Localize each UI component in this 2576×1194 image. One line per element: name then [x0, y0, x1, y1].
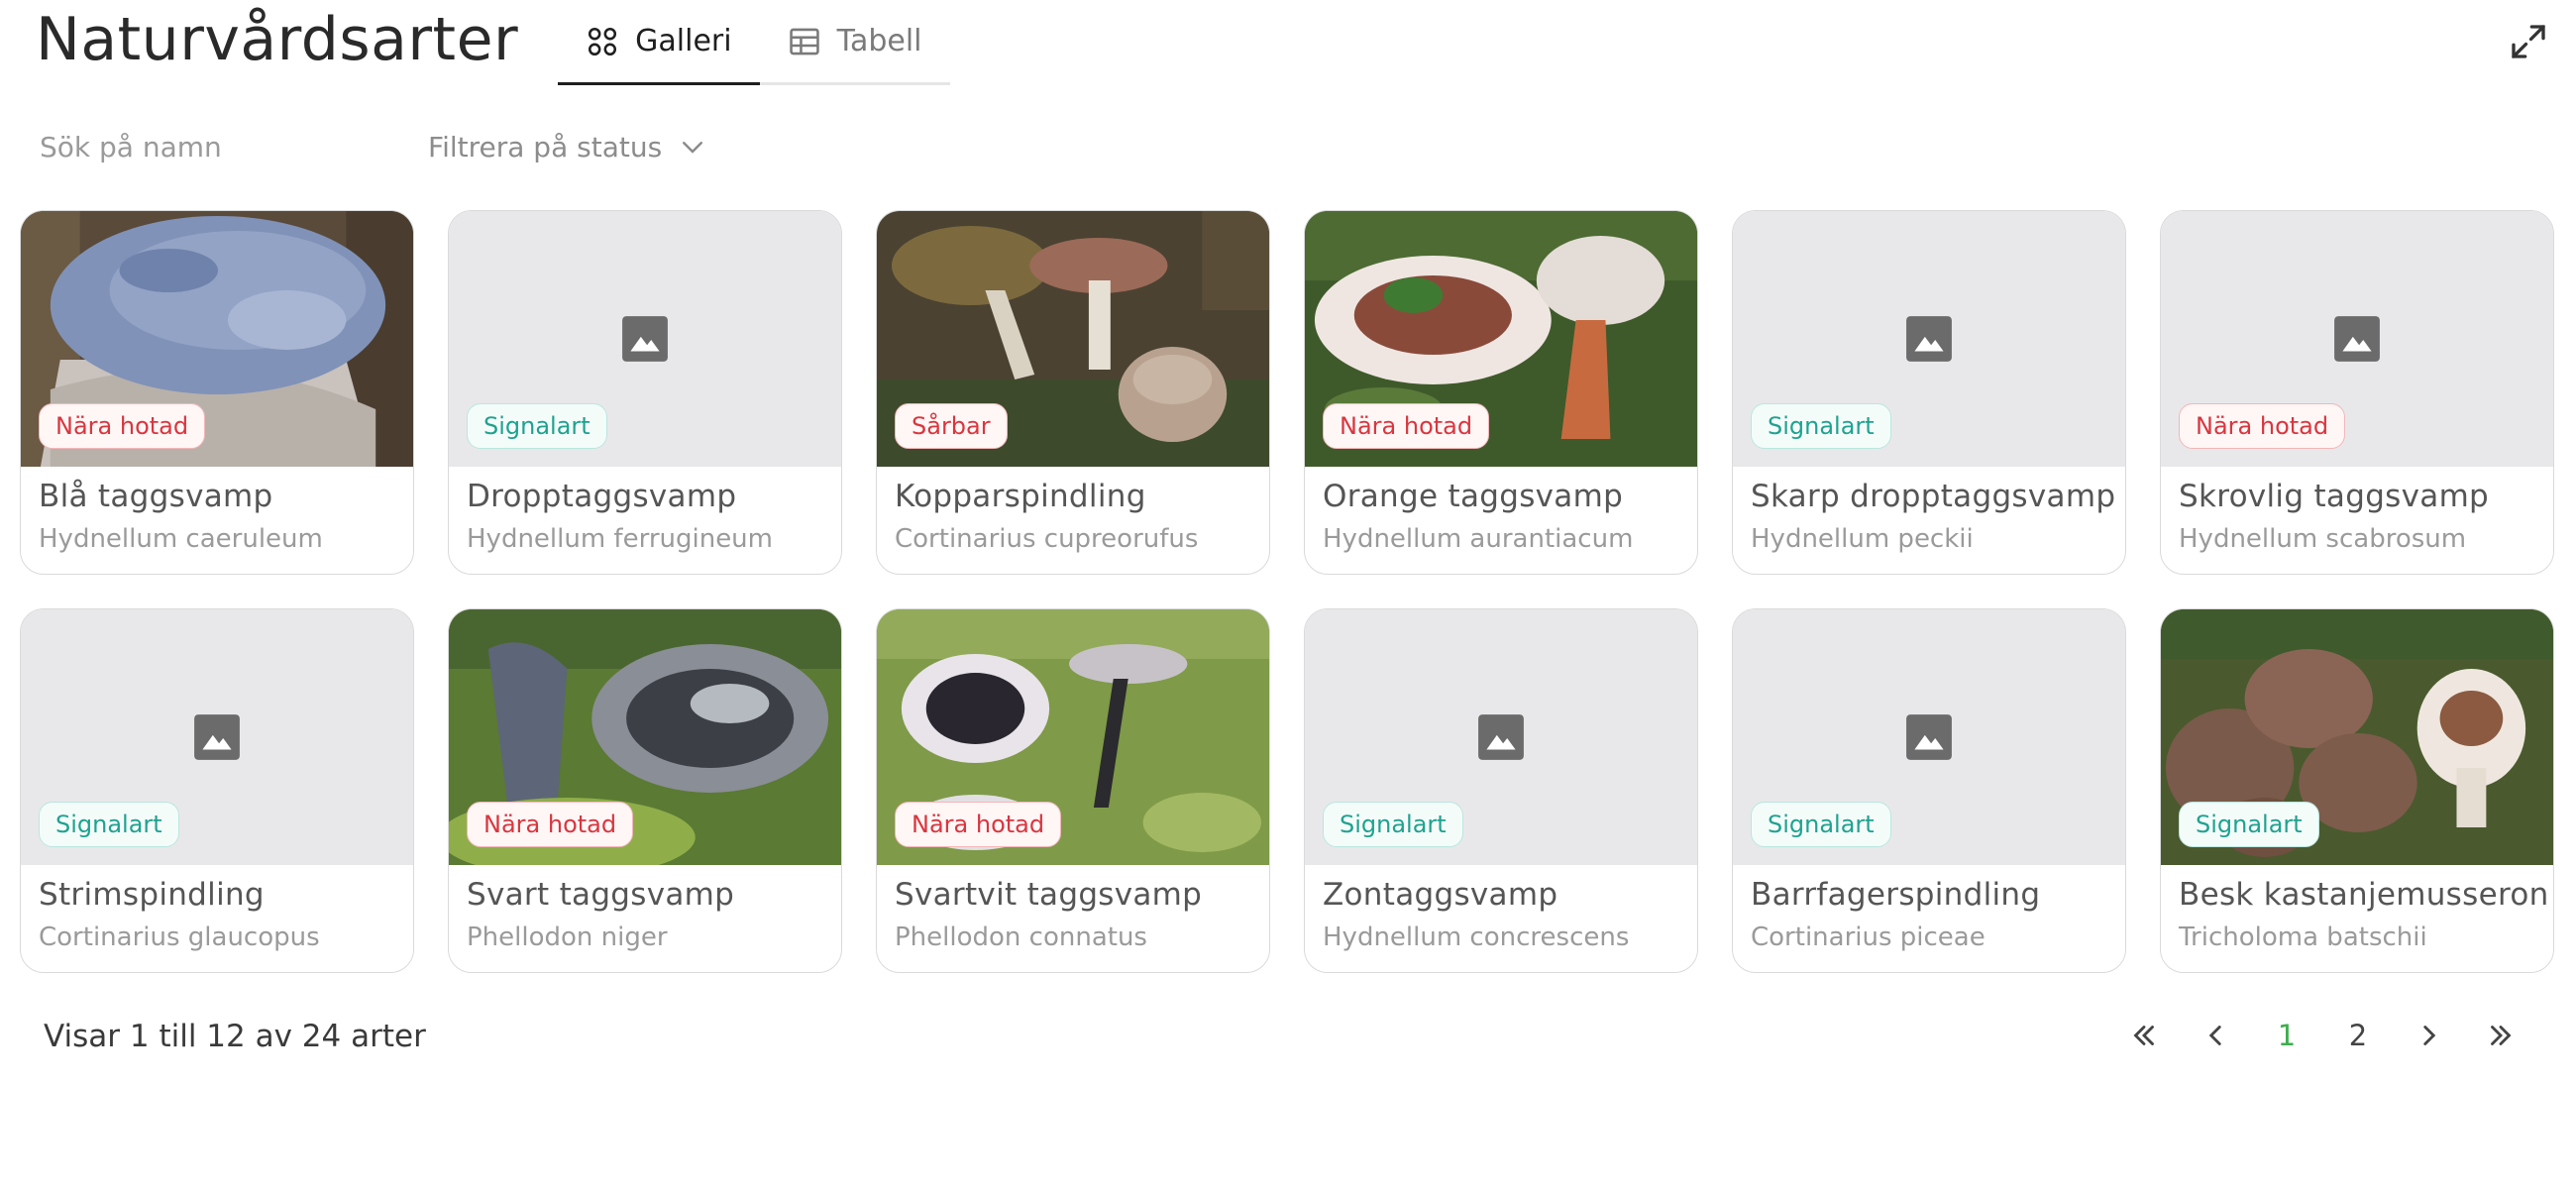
status-badge: Nära hotad — [1323, 403, 1490, 449]
status-badge: Nära hotad — [895, 802, 1062, 847]
image-placeholder-icon — [1478, 714, 1524, 760]
status-badge: Signalart — [467, 403, 607, 449]
species-latin-name: Cortinarius cupreorufus — [895, 524, 1199, 554]
species-common-name: Skarp dropptaggsvamp — [1751, 479, 2116, 514]
species-card[interactable]: Nära hotad Svart taggsvamp Phellodon nig… — [448, 608, 842, 973]
species-common-name: Blå taggsvamp — [39, 479, 273, 514]
view-tabs: Galleri Tabell — [558, 0, 950, 85]
tab-tabell[interactable]: Tabell — [759, 0, 950, 85]
species-photo: Signalart — [1305, 609, 1697, 865]
image-placeholder-icon — [1906, 714, 1952, 760]
status-badge: Nära hotad — [39, 403, 206, 449]
last-page-button[interactable] — [2465, 1011, 2536, 1060]
species-latin-name: Tricholoma batschii — [2179, 923, 2427, 952]
page-title: Naturvårdsarter — [36, 5, 519, 74]
chevron-right-icon — [2423, 1026, 2436, 1045]
species-common-name: Dropptaggsvamp — [467, 479, 737, 514]
species-photo: Sårbar — [877, 211, 1269, 467]
species-photo: Nära hotad — [877, 609, 1269, 865]
status-badge: Signalart — [1751, 802, 1891, 847]
species-card[interactable]: Signalart Strimspindling Cortinarius gla… — [20, 608, 414, 973]
species-common-name: Skrovlig taggsvamp — [2179, 479, 2490, 514]
species-latin-name: Phellodon niger — [467, 923, 668, 952]
status-filter-dropdown[interactable]: Filtrera på status — [428, 131, 707, 163]
species-common-name: Besk kastanjemusseron — [2179, 877, 2549, 913]
species-latin-name: Hydnellum concrescens — [1323, 923, 1630, 952]
species-card[interactable]: Signalart Dropptaggsvamp Hydnellum ferru… — [448, 210, 842, 575]
chevron-down-icon — [683, 142, 703, 154]
species-common-name: Zontaggsvamp — [1323, 877, 1558, 913]
previous-page-button[interactable] — [2180, 1011, 2251, 1060]
image-placeholder-icon — [622, 316, 668, 362]
species-card[interactable]: Signalart Besk kastanjemusseron Tricholo… — [2160, 608, 2554, 973]
page-1-button[interactable]: 1 — [2251, 1011, 2322, 1060]
species-latin-name: Cortinarius piceae — [1751, 923, 1986, 952]
species-common-name: Svartvit taggsvamp — [895, 877, 1203, 913]
species-photo: Nära hotad — [2161, 211, 2553, 467]
species-photo: Signalart — [21, 609, 413, 865]
species-card[interactable]: Signalart Skarp dropptaggsvamp Hydnellum… — [1732, 210, 2126, 575]
status-badge: Signalart — [1323, 802, 1463, 847]
species-card[interactable]: Nära hotad Skrovlig taggsvamp Hydnellum … — [2160, 210, 2554, 575]
chevrons-right-icon — [2491, 1026, 2512, 1045]
status-badge: Signalart — [2179, 802, 2319, 847]
search-input[interactable] — [40, 130, 376, 163]
species-common-name: Kopparspindling — [895, 479, 1146, 514]
tab-tabell-label: Tabell — [836, 24, 922, 58]
image-placeholder-icon — [194, 714, 240, 760]
species-photo: Signalart — [2161, 609, 2553, 865]
species-latin-name: Cortinarius glaucopus — [39, 923, 320, 952]
tab-galleri[interactable]: Galleri — [558, 0, 760, 85]
status-badge: Signalart — [1751, 403, 1891, 449]
species-photo: Nära hotad — [449, 609, 841, 865]
species-card[interactable]: Nära hotad Orange taggsvamp Hydnellum au… — [1304, 210, 1698, 575]
species-common-name: Orange taggsvamp — [1323, 479, 1624, 514]
species-common-name: Barrfagerspindling — [1751, 877, 2041, 913]
species-card[interactable]: Signalart Barrfagerspindling Cortinarius… — [1732, 608, 2126, 973]
status-badge: Signalart — [39, 802, 179, 847]
species-card[interactable]: Nära hotad Blå taggsvamp Hydnellum caeru… — [20, 210, 414, 575]
chevrons-left-icon — [2133, 1026, 2154, 1045]
species-common-name: Strimspindling — [39, 877, 265, 913]
page-header: Naturvårdsarter Galleri Tabell — [36, 0, 950, 85]
species-card[interactable]: Sårbar Kopparspindling Cortinarius cupre… — [876, 210, 1270, 575]
species-gallery: Nära hotad Blå taggsvamp Hydnellum caeru… — [20, 210, 2556, 973]
image-placeholder-icon — [2334, 316, 2380, 362]
species-card[interactable]: Nära hotad Svartvit taggsvamp Phellodon … — [876, 608, 1270, 973]
status-badge: Nära hotad — [467, 802, 634, 847]
species-latin-name: Phellodon connatus — [895, 923, 1147, 952]
table-icon — [789, 28, 819, 54]
grid-icon — [589, 27, 617, 55]
filter-bar: Filtrera på status — [40, 127, 707, 166]
status-badge: Sårbar — [895, 403, 1008, 449]
species-photo: Signalart — [1733, 211, 2125, 467]
pagination: 1 2 — [2108, 1011, 2536, 1060]
results-summary: Visar 1 till 12 av 24 arter — [44, 1019, 426, 1054]
page-2-button[interactable]: 2 — [2322, 1011, 2394, 1060]
species-latin-name: Hydnellum caeruleum — [39, 524, 323, 554]
status-badge: Nära hotad — [2179, 403, 2346, 449]
species-latin-name: Hydnellum scabrosum — [2179, 524, 2467, 554]
species-photo: Nära hotad — [21, 211, 413, 467]
expand-icon[interactable] — [2509, 22, 2548, 61]
first-page-button[interactable] — [2108, 1011, 2180, 1060]
species-common-name: Svart taggsvamp — [467, 877, 735, 913]
species-latin-name: Hydnellum peckii — [1751, 524, 1974, 554]
status-filter-label: Filtrera på status — [428, 130, 663, 163]
tab-galleri-label: Galleri — [635, 24, 732, 58]
species-photo: Signalart — [1733, 609, 2125, 865]
species-card[interactable]: Signalart Zontaggsvamp Hydnellum concres… — [1304, 608, 1698, 973]
species-photo: Signalart — [449, 211, 841, 467]
species-photo: Nära hotad — [1305, 211, 1697, 467]
species-latin-name: Hydnellum aurantiacum — [1323, 524, 1634, 554]
chevron-left-icon — [2208, 1026, 2221, 1045]
next-page-button[interactable] — [2394, 1011, 2465, 1060]
species-latin-name: Hydnellum ferrugineum — [467, 524, 773, 554]
image-placeholder-icon — [1906, 316, 1952, 362]
